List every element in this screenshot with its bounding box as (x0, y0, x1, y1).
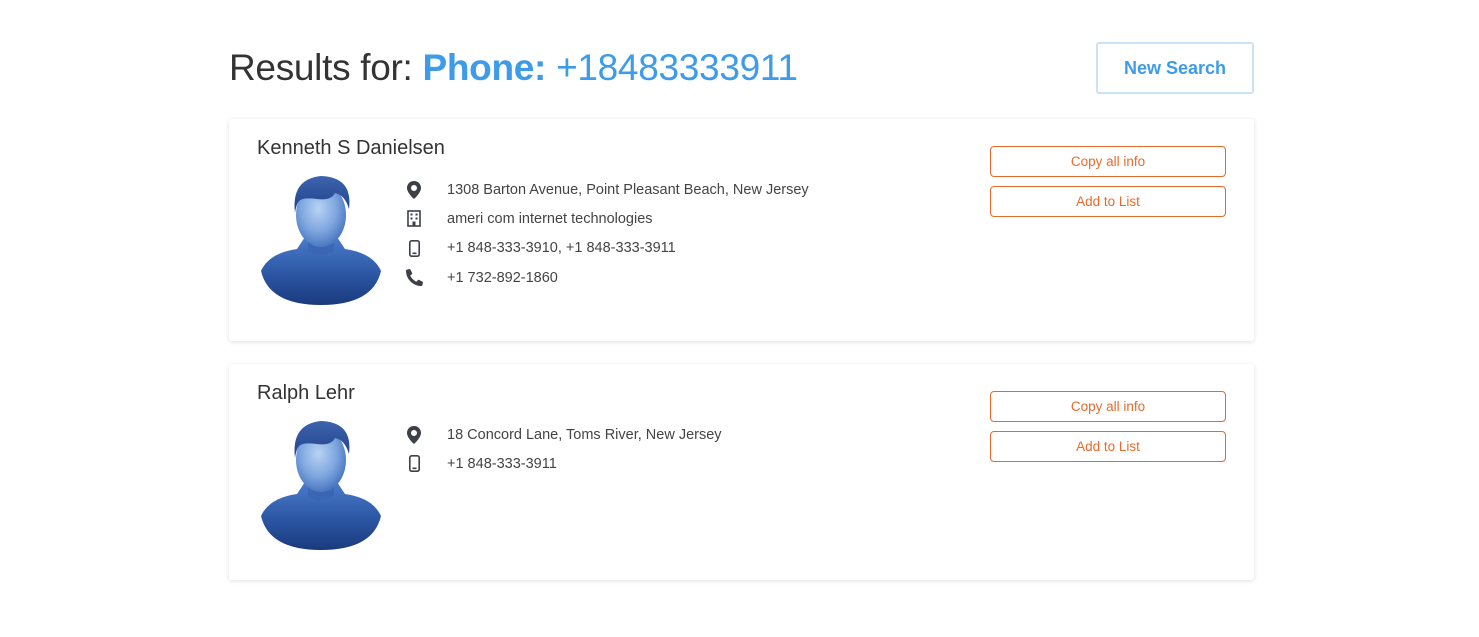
phone-icon (405, 269, 423, 287)
building-icon (405, 210, 423, 228)
new-search-button[interactable]: New Search (1096, 42, 1254, 94)
person-name: Kenneth S Danielsen (257, 137, 445, 159)
mobile-phone-icon (405, 239, 423, 257)
add-to-list-button[interactable]: Add to List (990, 431, 1226, 462)
page-title: Results for: Phone: +18483333911 (229, 44, 798, 92)
detail-company: ameri com internet technologies (405, 204, 653, 233)
card-actions: Copy all info Add to List (990, 146, 1226, 226)
contact-details: 1308 Barton Avenue, Point Pleasant Beach… (405, 175, 809, 292)
add-to-list-button[interactable]: Add to List (990, 186, 1226, 217)
detail-address: 18 Concord Lane, Toms River, New Jersey (405, 420, 722, 449)
results-page: Results for: Phone: +18483333911 New Sea… (0, 0, 1479, 637)
avatar (261, 176, 381, 305)
company-text: ameri com internet technologies (447, 210, 653, 227)
person-name: Ralph Lehr (257, 382, 355, 404)
title-search-type: Phone: (422, 47, 547, 88)
title-search-value: +18483333911 (546, 47, 798, 88)
address-text: 18 Concord Lane, Toms River, New Jersey (447, 426, 722, 443)
detail-mobile: +1 848-333-3911 (405, 449, 557, 478)
avatar (261, 421, 381, 550)
card-actions: Copy all info Add to List (990, 391, 1226, 471)
result-card: Kenneth S Danielsen 1308 Barton Avenue, … (229, 119, 1254, 341)
detail-mobile: +1 848-333-3910, +1 848-333-3911 (405, 234, 676, 263)
mobile-text: +1 848-333-3910, +1 848-333-3911 (447, 240, 676, 257)
copy-all-info-button[interactable]: Copy all info (990, 391, 1226, 422)
map-marker-icon (405, 425, 423, 444)
result-card: Ralph Lehr 18 Concord Lane, Toms River, … (229, 364, 1254, 580)
address-text: 1308 Barton Avenue, Point Pleasant Beach… (447, 181, 809, 198)
title-prefix: Results for: (229, 47, 423, 88)
phone-text: +1 732-892-1860 (447, 269, 558, 286)
detail-address: 1308 Barton Avenue, Point Pleasant Beach… (405, 175, 809, 204)
mobile-phone-icon (405, 455, 423, 473)
copy-all-info-button[interactable]: Copy all info (990, 146, 1226, 177)
map-marker-icon (405, 180, 423, 199)
mobile-text: +1 848-333-3911 (447, 455, 557, 472)
contact-details: 18 Concord Lane, Toms River, New Jersey … (405, 420, 722, 479)
results-header: Results for: Phone: +18483333911 New Sea… (229, 42, 1254, 96)
detail-phone: +1 732-892-1860 (405, 263, 558, 292)
